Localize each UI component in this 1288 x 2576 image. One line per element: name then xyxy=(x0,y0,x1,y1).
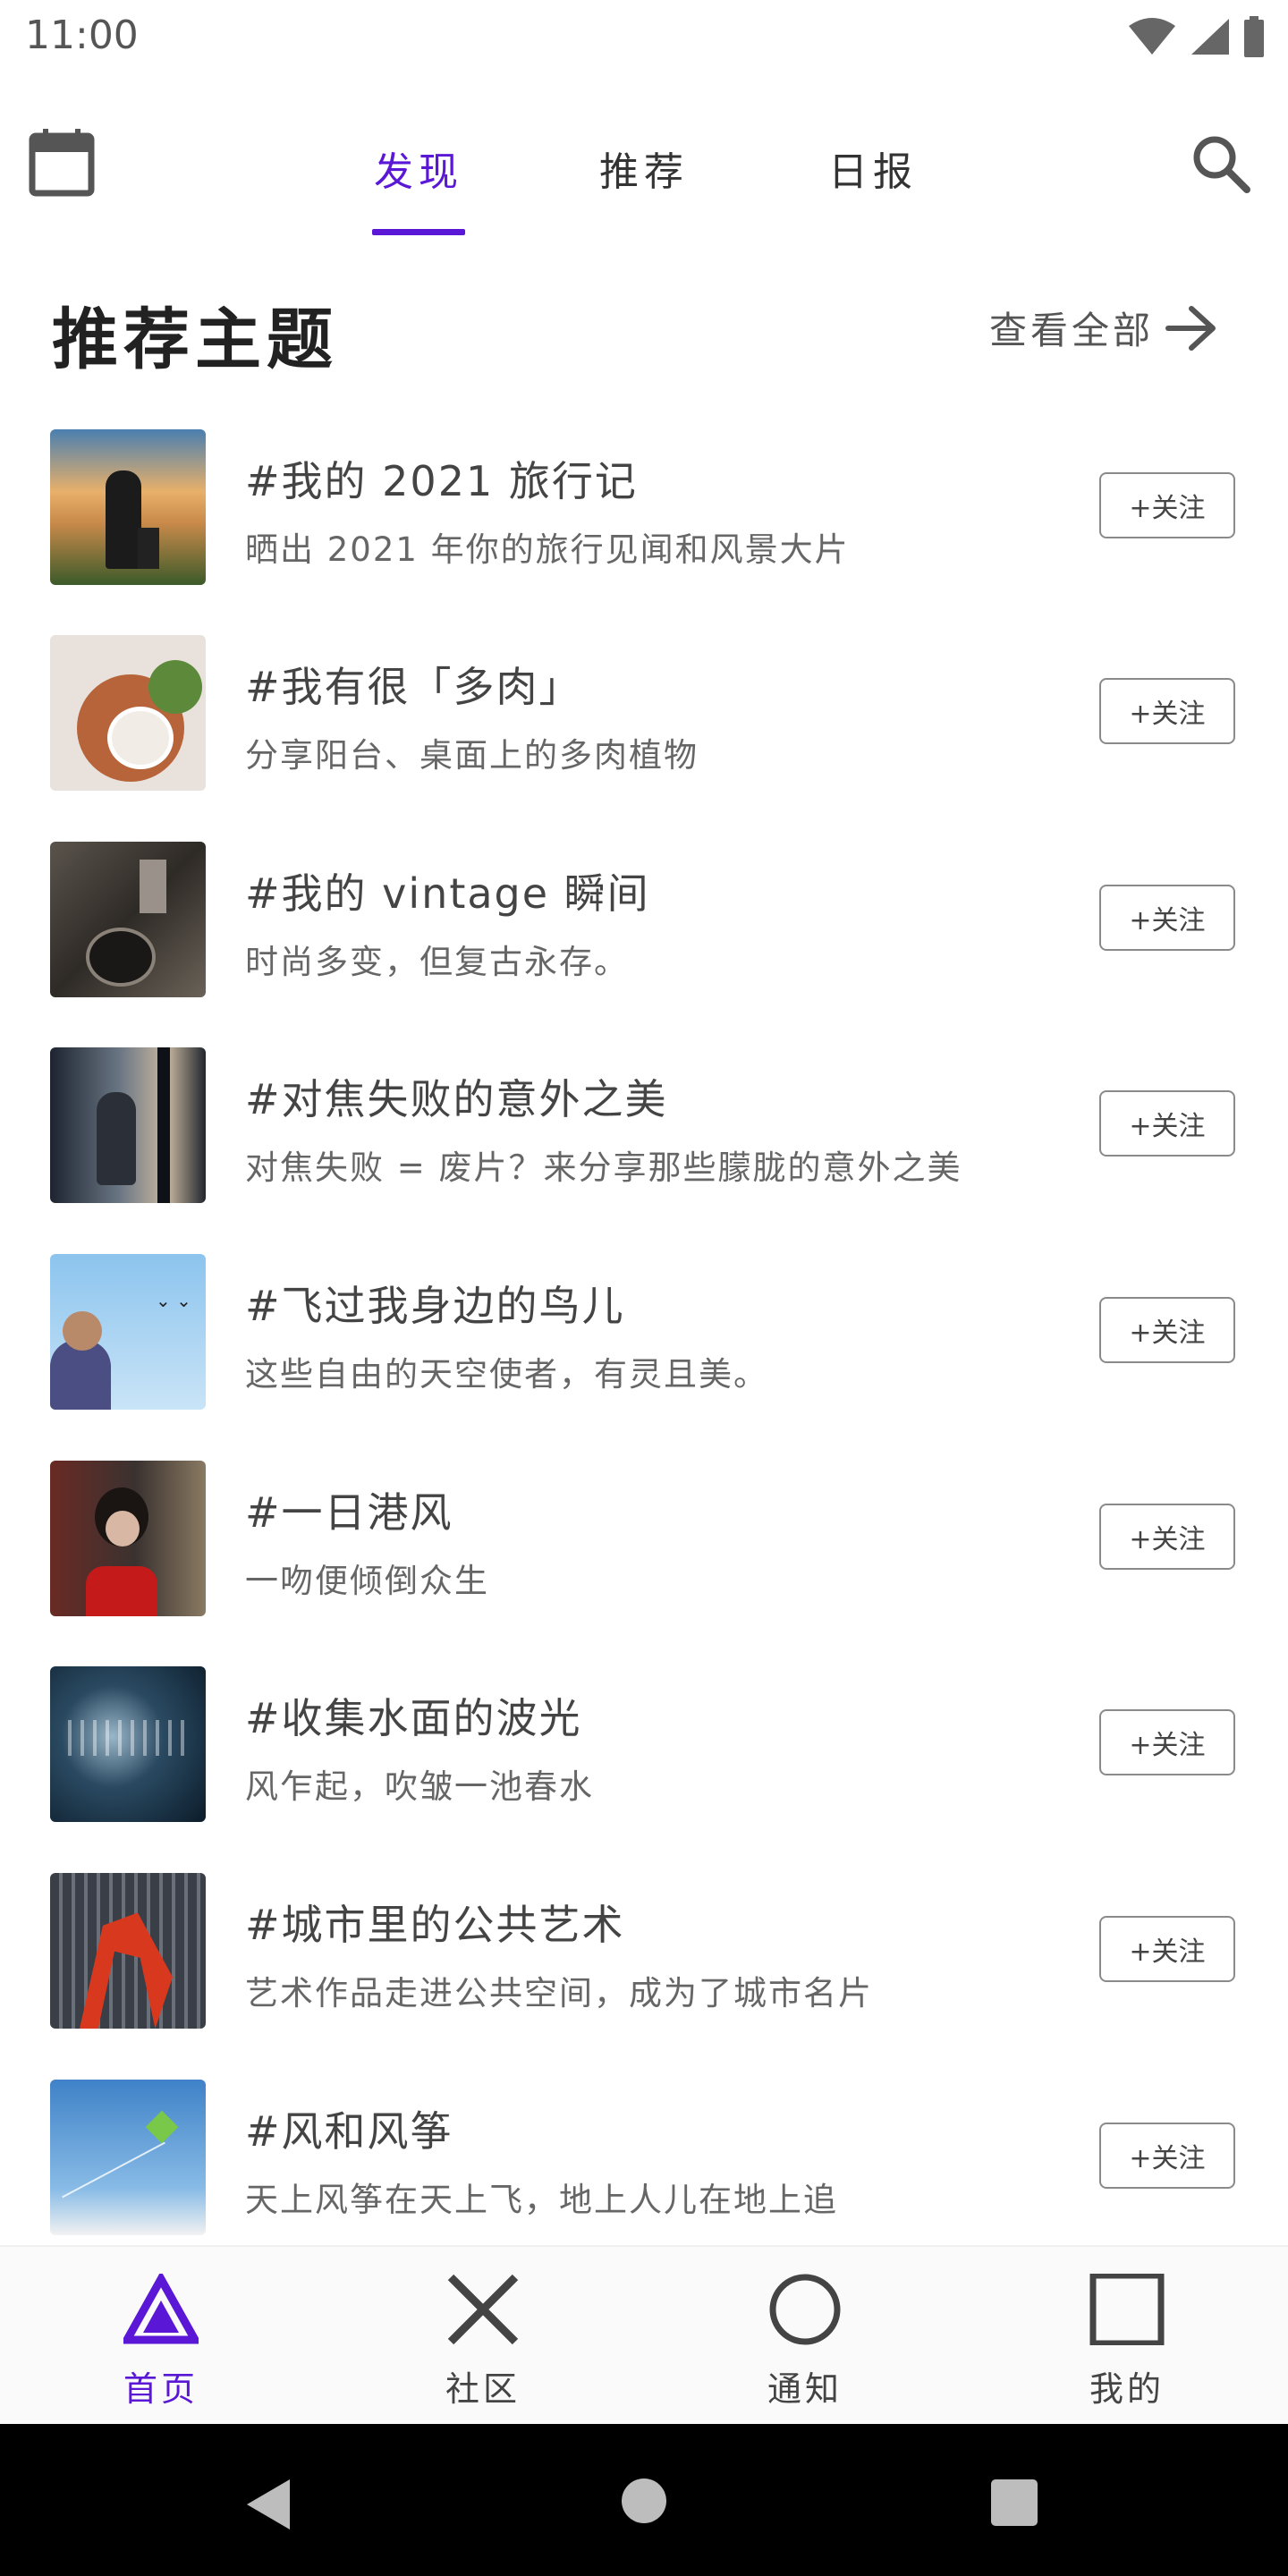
recents-square-icon xyxy=(991,2479,1038,2526)
square-icon xyxy=(1089,2274,1165,2345)
section-title: 推荐主题 xyxy=(52,301,338,378)
nav-notifications-label: 通知 xyxy=(767,2369,843,2409)
topic-description: 艺术作品走进公共空间，成为了城市名片 xyxy=(245,1974,873,2012)
topic-title: #对焦失败的意外之美 xyxy=(245,1075,668,1123)
topic-item[interactable]: #对焦失败的意外之美 对焦失败 = 废片？来分享那些朦胧的意外之美 +关注 xyxy=(0,1047,1288,1253)
search-button[interactable] xyxy=(1190,132,1252,195)
back-triangle-icon xyxy=(247,2479,290,2529)
topic-title: #风和风筝 xyxy=(245,2107,453,2156)
topic-item[interactable]: #城市里的公共艺术 艺术作品走进公共空间，成为了城市名片 +关注 xyxy=(0,1873,1288,2079)
topic-description: 晒出 2021 年你的旅行见闻和风景大片 xyxy=(245,530,850,569)
topic-thumbnail xyxy=(50,635,206,791)
bottom-nav: 首页 社区 通知 我的 xyxy=(0,2245,1288,2426)
topic-title: #收集水面的波光 xyxy=(245,1694,582,1742)
calendar-button[interactable] xyxy=(29,129,95,197)
view-all-link[interactable]: 查看全部 xyxy=(989,301,1218,355)
tab-recommend[interactable]: 推荐 xyxy=(599,140,689,197)
topic-item[interactable]: #收集水面的波光 风乍起，吹皱一池春水 +关注 xyxy=(0,1666,1288,1872)
topic-thumbnail xyxy=(50,429,206,585)
follow-button[interactable]: +关注 xyxy=(1099,1916,1235,1982)
follow-button[interactable]: +关注 xyxy=(1099,1504,1235,1570)
topic-item[interactable]: #风和风筝 天上风筝在天上飞，地上人儿在地上追 +关注 xyxy=(0,2080,1288,2245)
topic-thumbnail xyxy=(50,1666,206,1822)
search-icon xyxy=(1193,136,1250,193)
topic-thumbnail xyxy=(50,842,206,997)
topic-item[interactable]: #我的 2021 旅行记 晒出 2021 年你的旅行见闻和风景大片 +关注 xyxy=(0,429,1288,635)
topic-title: #我的 2021 旅行记 xyxy=(245,457,638,505)
topic-item[interactable]: #我有很「多肉」 分享阳台、桌面上的多肉植物 +关注 xyxy=(0,635,1288,841)
arrow-right-icon xyxy=(1165,305,1216,351)
tab-indicator xyxy=(372,229,465,235)
back-button[interactable] xyxy=(243,2476,293,2537)
triangle-icon xyxy=(123,2274,199,2344)
nav-notifications[interactable]: 通知 xyxy=(698,2247,912,2426)
top-nav: 发现 推荐 日报 xyxy=(0,107,1288,242)
topic-description: 分享阳台、桌面上的多肉植物 xyxy=(245,736,699,775)
topic-title: #我有很「多肉」 xyxy=(245,663,582,711)
home-circle-icon xyxy=(622,2479,666,2523)
topic-description: 这些自由的天空使者，有灵且美。 xyxy=(245,1355,768,1394)
topic-thumbnail xyxy=(50,2080,206,2235)
nav-me[interactable]: 我的 xyxy=(1020,2247,1234,2426)
nav-me-label: 我的 xyxy=(1089,2369,1165,2409)
topic-description: 对焦失败 = 废片？来分享那些朦胧的意外之美 xyxy=(245,1148,962,1187)
follow-button[interactable]: +关注 xyxy=(1099,885,1235,951)
topic-description: 风乍起，吹皱一池春水 xyxy=(245,1767,594,1806)
topic-description: 时尚多变，但复古永存。 xyxy=(245,943,629,981)
system-nav-bar xyxy=(0,2424,1288,2576)
topic-title: #一日港风 xyxy=(245,1488,453,1537)
topic-list: #我的 2021 旅行记 晒出 2021 年你的旅行见闻和风景大片 +关注 #我… xyxy=(0,429,1288,2245)
calendar-icon xyxy=(29,129,95,197)
status-time: 11:00 xyxy=(25,13,139,58)
topic-thumbnail xyxy=(50,1461,206,1616)
topic-item[interactable]: ⌄ ⌄ #飞过我身边的鸟儿 这些自由的天空使者，有灵且美。 +关注 xyxy=(0,1254,1288,1460)
topic-title: #飞过我身边的鸟儿 xyxy=(245,1282,625,1330)
topic-description: 一吻便倾倒众生 xyxy=(245,1562,489,1600)
topic-title: #我的 vintage 瞬间 xyxy=(245,869,650,918)
nav-home-label: 首页 xyxy=(123,2369,199,2409)
topic-description: 天上风筝在天上飞，地上人儿在地上追 xyxy=(245,2181,838,2219)
follow-button[interactable]: +关注 xyxy=(1099,1709,1235,1775)
tab-discover[interactable]: 发现 xyxy=(374,140,463,197)
wifi-icon xyxy=(1129,18,1175,55)
view-all-label: 查看全部 xyxy=(989,309,1155,352)
topic-thumbnail xyxy=(50,1047,206,1203)
tab-daily[interactable]: 日报 xyxy=(828,140,918,197)
topic-item[interactable]: #一日港风 一吻便倾倒众生 +关注 xyxy=(0,1461,1288,1666)
topic-thumbnail: ⌄ ⌄ xyxy=(50,1254,206,1410)
topic-thumbnail xyxy=(50,1873,206,2029)
topic-title: #城市里的公共艺术 xyxy=(245,1901,625,1949)
status-bar: 11:00 xyxy=(0,0,1288,75)
battery-icon xyxy=(1244,16,1264,57)
follow-button[interactable]: +关注 xyxy=(1099,1090,1235,1157)
home-button[interactable] xyxy=(621,2478,667,2528)
recents-button[interactable] xyxy=(991,2479,1038,2529)
nav-community-label: 社区 xyxy=(445,2369,521,2409)
topic-item[interactable]: #我的 vintage 瞬间 时尚多变，但复古永存。 +关注 xyxy=(0,842,1288,1047)
signal-icon xyxy=(1191,19,1229,55)
nav-home[interactable]: 首页 xyxy=(54,2247,268,2426)
circle-icon xyxy=(769,2274,841,2345)
nav-community[interactable]: 社区 xyxy=(376,2247,590,2426)
follow-button[interactable]: +关注 xyxy=(1099,678,1235,744)
status-icons xyxy=(1127,16,1265,57)
follow-button[interactable]: +关注 xyxy=(1099,1297,1235,1363)
follow-button[interactable]: +关注 xyxy=(1099,2123,1235,2189)
cross-icon xyxy=(447,2274,519,2345)
follow-button[interactable]: +关注 xyxy=(1099,472,1235,538)
